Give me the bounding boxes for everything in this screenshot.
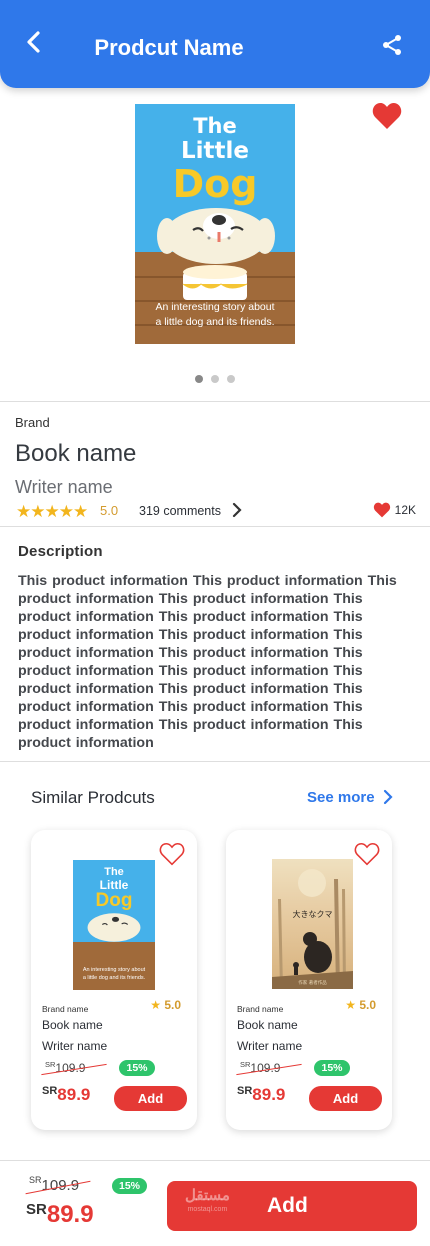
cover-title-line2: Little <box>180 138 249 164</box>
divider <box>0 761 430 762</box>
carousel-dot[interactable] <box>227 375 235 383</box>
description-title: Description <box>18 543 103 560</box>
cover-title-line3: Dog <box>172 162 258 206</box>
writer-name[interactable]: Writer name <box>15 477 113 498</box>
star-icon: ★ <box>150 998 161 1012</box>
book-cover-image: The Little Dog An interesting story abou… <box>135 104 295 344</box>
heart-filled-icon <box>373 502 390 518</box>
share-icon[interactable] <box>380 33 404 57</box>
heart-outline-icon[interactable] <box>354 842 380 866</box>
card-price: SR89.9 <box>42 1085 90 1105</box>
add-to-cart-button[interactable]: Add <box>114 1086 187 1111</box>
card-cover-blurb-line1: An interesting story about <box>82 967 146 973</box>
bear-cover: 大きなクマ 作家 著者作品 <box>272 859 353 989</box>
currency-label: SR <box>237 1085 253 1097</box>
divider <box>0 526 430 527</box>
chevron-right-icon[interactable] <box>382 789 394 805</box>
watermark-subtext: mostaql.com <box>187 1206 228 1213</box>
watermark-logo: مستقل mostaql.com <box>185 1187 230 1217</box>
add-to-cart-button[interactable]: مستقل mostaql.com Add <box>167 1181 417 1231</box>
card-cover-title-line3: Dog <box>95 890 133 911</box>
book-name: Book name <box>15 440 137 467</box>
card-cover-title-line1: The <box>104 866 124 878</box>
card-cover-title: 大きなクマ <box>292 910 333 919</box>
add-to-cart-button[interactable]: Add <box>309 1086 382 1111</box>
card-brand: Brand name <box>42 1004 89 1014</box>
card-old-price: SR109.9 <box>41 1060 107 1076</box>
product-card[interactable]: The Little Dog An interesting story abou… <box>31 830 197 1130</box>
currency-label: SR <box>29 1175 42 1185</box>
star-icon: ★ <box>345 998 356 1012</box>
cover-blurb: An interesting story about a little dog … <box>143 300 287 330</box>
card-writer-name: Writer name <box>42 1039 108 1053</box>
price-value: 89.9 <box>46 1201 94 1228</box>
dog-illustration <box>157 208 275 264</box>
currency-label: SR <box>45 1060 56 1069</box>
card-rating: ★ 5.0 <box>345 998 376 1012</box>
chevron-right-icon[interactable] <box>230 502 244 518</box>
page-title: Prodcut Name <box>94 35 244 60</box>
card-rating-value: 5.0 <box>164 998 181 1012</box>
card-old-price: SR109.9 <box>236 1060 302 1076</box>
cover-blurb-line1: An interesting story about <box>155 301 275 313</box>
star-rating: ★★★★★ <box>16 502 88 521</box>
add-button-label: Add <box>267 1194 308 1217</box>
cake-illustration <box>182 265 248 300</box>
old-price: SR109.9 <box>25 1175 91 1195</box>
currency-label: SR <box>42 1085 58 1097</box>
currency-label: SR <box>26 1201 47 1218</box>
bottom-purchase-bar: SR109.9 15% SR89.9 مستقلmostaql.com Add <box>0 1160 430 1246</box>
card-cover-image: 大きなクマ 作家 著者作品 <box>272 859 353 989</box>
discount-badge: 15% <box>112 1178 147 1194</box>
card-price: SR89.9 <box>237 1085 285 1105</box>
comments-link[interactable]: 319 comments <box>139 504 221 518</box>
card-cover-blurb-line2: a little dog and its friends. <box>82 975 146 981</box>
watermark-text: مستقل <box>185 1187 230 1204</box>
carousel-dot[interactable] <box>195 375 203 383</box>
dog-cover: The Little Dog An interesting story abou… <box>73 860 155 990</box>
card-brand: Brand name <box>237 1004 284 1014</box>
heart-outline-icon[interactable] <box>159 842 185 866</box>
discount-badge: 15% <box>119 1060 155 1076</box>
card-book-name: Book name <box>42 1018 103 1032</box>
cover-title-line1: The <box>193 114 237 138</box>
card-cover-blurb: An interesting story about a little dog … <box>76 966 152 982</box>
currency-label: SR <box>240 1060 251 1069</box>
carousel-dots <box>0 375 430 383</box>
carousel-dot[interactable] <box>211 375 219 383</box>
card-cover-author: 作家 著者作品 <box>298 981 327 986</box>
card-book-name: Book name <box>237 1018 298 1032</box>
product-image-carousel[interactable]: The Little Dog An interesting story abou… <box>0 88 430 402</box>
price-value: 89.9 <box>252 1085 286 1104</box>
card-writer-name: Writer name <box>237 1039 303 1053</box>
current-price: SR89.9 <box>26 1201 94 1229</box>
rating-value: 5.0 <box>100 503 119 518</box>
card-rating: ★ 5.0 <box>150 998 181 1012</box>
heart-filled-icon[interactable] <box>372 102 402 130</box>
see-more-link[interactable]: See more <box>307 789 375 806</box>
product-card[interactable]: 大きなクマ 作家 著者作品 Brand name ★ 5.0 Book name… <box>226 830 392 1130</box>
brand-label[interactable]: Brand <box>15 415 50 430</box>
discount-badge: 15% <box>314 1060 350 1076</box>
dog-illustration <box>87 913 141 942</box>
price-value: 89.9 <box>57 1085 91 1104</box>
app-header: Prodcut Name <box>0 0 430 88</box>
card-rating-value: 5.0 <box>359 998 376 1012</box>
card-cover-image: The Little Dog An interesting story abou… <box>73 860 155 990</box>
cover-blurb-line2: a little dog and its friends. <box>155 316 275 328</box>
bear-illustration <box>272 869 353 989</box>
rating-row: ★★★★★ 5.0 319 comments 12K <box>16 502 416 522</box>
divider <box>0 401 430 402</box>
likes-value: 12K <box>394 503 416 517</box>
likes-count[interactable]: 12K <box>373 502 416 518</box>
description-text: This product information This product in… <box>18 573 397 751</box>
similar-products-title: Similar Prodcuts <box>31 788 155 807</box>
